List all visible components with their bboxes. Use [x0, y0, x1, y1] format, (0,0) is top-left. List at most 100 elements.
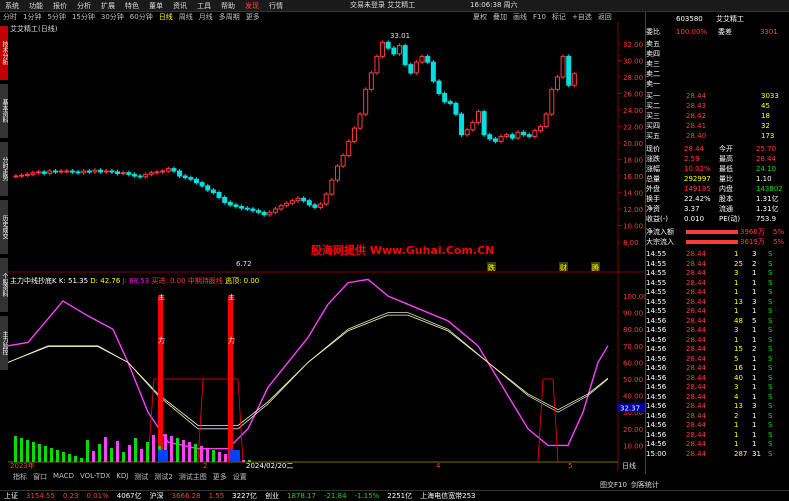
- period-tab[interactable]: 60分钟: [127, 12, 156, 22]
- stat-value: 3.37: [684, 205, 700, 213]
- flow-label: 净流入额: [646, 228, 674, 236]
- toolbar-button[interactable]: +自选: [569, 12, 595, 22]
- status-right-item[interactable]: 剑客统计: [631, 481, 659, 489]
- indicator-tab[interactable]: 窗口: [30, 472, 50, 482]
- indicator-tab[interactable]: 设置: [230, 472, 250, 482]
- buy-label: 买二: [646, 102, 660, 110]
- menu-item[interactable]: 系统: [0, 1, 24, 11]
- stat-row: 总量 292997 量比 1.10: [646, 174, 786, 184]
- menu-item[interactable]: 工具: [192, 1, 216, 11]
- tick-row: 14:56 28.44 3 1 S: [646, 382, 786, 392]
- menu-item[interactable]: 分析: [72, 1, 96, 11]
- left-tab[interactable]: 个股资料: [0, 258, 8, 312]
- tick-direction: S: [768, 250, 773, 258]
- tick-time: 14:56: [646, 316, 667, 325]
- indicator-tab[interactable]: 测试: [131, 472, 151, 482]
- tick-direction: S: [768, 297, 773, 306]
- period-tab[interactable]: 1分钟: [20, 12, 44, 22]
- candle-body: [329, 179, 335, 195]
- signal-bar: [116, 441, 119, 462]
- left-tab[interactable]: 基本资料: [0, 84, 8, 138]
- stat-value: 0.010: [684, 215, 705, 223]
- left-tab[interactable]: 主力监控: [0, 316, 8, 370]
- menu-item[interactable]: 报价: [48, 1, 72, 11]
- candle-body: [380, 41, 386, 57]
- tick-price: 28.44: [686, 449, 707, 458]
- menu-item[interactable]: 董单: [144, 1, 168, 11]
- tick-row: 14:56 28.44 3 1 S: [646, 325, 786, 335]
- menu-item[interactable]: 扩展: [96, 1, 120, 11]
- candle-body: [131, 173, 137, 177]
- price-tick-label: 30.00: [623, 58, 643, 66]
- toolbar-button[interactable]: 标记: [549, 12, 569, 22]
- status-right-item[interactable]: 图交F10: [600, 481, 627, 489]
- menu-item[interactable]: 发现: [240, 1, 264, 11]
- toolbar-button[interactable]: 画线: [510, 12, 530, 22]
- chart-area[interactable]: 32.0030.0028.0026.0024.0022.0020.0018.00…: [8, 22, 645, 470]
- time-axis-mark: 4: [436, 462, 441, 470]
- signal-bar: [32, 442, 35, 462]
- left-tab[interactable]: 技术分析: [0, 26, 8, 80]
- period-tab[interactable]: 5分钟: [44, 12, 68, 22]
- period-tab[interactable]: 日线: [156, 12, 176, 22]
- tick-price: 28.44: [686, 345, 707, 353]
- indicator-tab[interactable]: MACD: [50, 472, 77, 482]
- toolbar-button[interactable]: 夏权: [470, 12, 490, 22]
- indicator-tab[interactable]: VOL-TDX: [77, 472, 113, 482]
- high-label: 33.01: [390, 32, 410, 40]
- menu-item[interactable]: 行情: [264, 1, 288, 11]
- period-tab[interactable]: 多周期: [216, 12, 243, 22]
- stat-value: 2.59: [684, 155, 700, 163]
- indicator-tab[interactable]: KDJ: [113, 472, 131, 482]
- indicator-tab[interactable]: 测试主图: [176, 472, 210, 482]
- tick-row: 14:55 28.44 1 1 S: [646, 287, 786, 297]
- period-tab[interactable]: 更多: [243, 12, 263, 22]
- candle-body: [385, 41, 391, 49]
- period-tab[interactable]: 分时: [0, 12, 20, 22]
- tick-time: 14:56: [646, 440, 667, 448]
- signal-bar: [152, 435, 155, 462]
- candle-body: [109, 170, 115, 173]
- candle-body: [521, 131, 527, 136]
- period-tab[interactable]: 周线: [176, 12, 196, 22]
- period-tab[interactable]: 30分钟: [98, 12, 127, 22]
- period-tab[interactable]: 15分钟: [69, 12, 98, 22]
- tick-direction: S: [768, 269, 773, 277]
- signal-bar: [110, 448, 113, 462]
- candle-body: [306, 200, 312, 206]
- indicator-tab[interactable]: 测试2: [151, 472, 175, 482]
- toolbar-button[interactable]: F10: [530, 13, 549, 21]
- tick-price: 28.44: [686, 307, 707, 315]
- tick-volume: 1: [734, 307, 739, 315]
- signal-bar: [92, 451, 95, 462]
- indicator-tab[interactable]: 指标: [10, 472, 30, 482]
- indicator-tab[interactable]: 更多: [210, 472, 230, 482]
- toolbar-button[interactable]: 返回: [595, 12, 615, 22]
- time-axis-mark: 2: [203, 462, 207, 470]
- menu-item[interactable]: 资讯: [168, 1, 192, 11]
- left-tab[interactable]: 分时走势: [0, 142, 8, 196]
- sell-row: 卖四: [646, 49, 786, 59]
- period-tab[interactable]: 月线: [196, 12, 216, 22]
- tick-price: 28.44: [686, 421, 707, 429]
- tick-count: 1: [752, 269, 757, 277]
- indicator-tick-label: 40.00: [623, 393, 643, 401]
- buy-volume: 32: [761, 122, 770, 130]
- candle-body: [532, 130, 538, 137]
- tick-volume: 13: [734, 297, 743, 306]
- flow-value: 3966万: [740, 228, 765, 236]
- price-tick-label: 16.00: [623, 173, 643, 181]
- left-tab[interactable]: 历史成交: [0, 200, 8, 254]
- menu-item[interactable]: 帮助: [216, 1, 240, 11]
- tick-row: 14:55 28.44 25 2 S: [646, 259, 786, 269]
- stat-value: 753.9: [756, 215, 777, 223]
- menu-item[interactable]: 功能: [24, 1, 48, 11]
- candle-body: [47, 170, 53, 175]
- tick-time: 14:56: [646, 364, 667, 372]
- menu-item[interactable]: 特色: [120, 1, 144, 11]
- price-tick-label: 18.00: [623, 157, 643, 165]
- tick-direction: S: [768, 345, 773, 353]
- toolbar-button[interactable]: 叠加: [490, 12, 510, 22]
- signal-label: 力: [228, 335, 235, 344]
- tick-direction: S: [768, 364, 773, 372]
